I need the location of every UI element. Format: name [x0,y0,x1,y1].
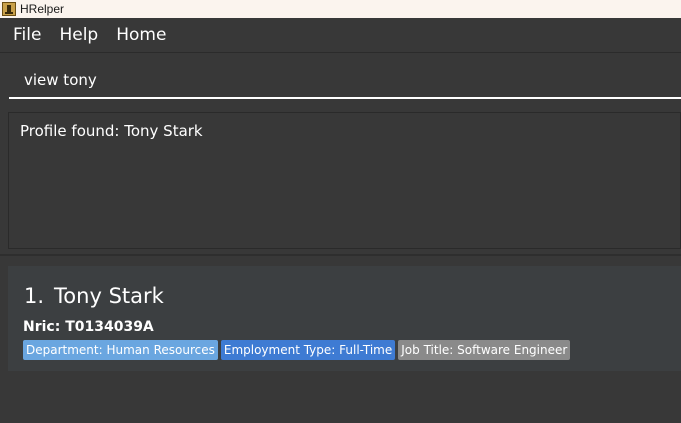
person-nric: Nric: T0134039A [23,319,154,335]
tag-list: Department: Human Resources Employment T… [23,340,571,360]
window-title: HRelper [20,2,65,16]
divider [0,254,681,256]
command-input[interactable] [9,70,681,89]
result-text: Profile found: Tony Stark [20,122,203,140]
menu-home[interactable]: Home [116,25,166,45]
person-card[interactable]: 1. Tony Stark Nric: T0134039A Department:… [8,266,681,371]
menu-help[interactable]: Help [59,25,98,45]
menu-file[interactable]: File [13,25,41,45]
result-display: Profile found: Tony Stark [8,112,681,249]
tag-job-title: Job Title: Software Engineer [398,340,571,360]
app-icon [2,2,16,16]
tag-department: Department: Human Resources [23,340,218,360]
person-index: 1. [24,284,45,308]
menu-bar: File Help Home [0,18,681,53]
command-box [9,62,681,99]
person-name: Tony Stark [54,284,164,308]
title-bar: HRelper [0,0,681,18]
tag-employment-type: Employment Type: Full-Time [220,340,396,360]
person-title: 1. Tony Stark [24,284,164,308]
